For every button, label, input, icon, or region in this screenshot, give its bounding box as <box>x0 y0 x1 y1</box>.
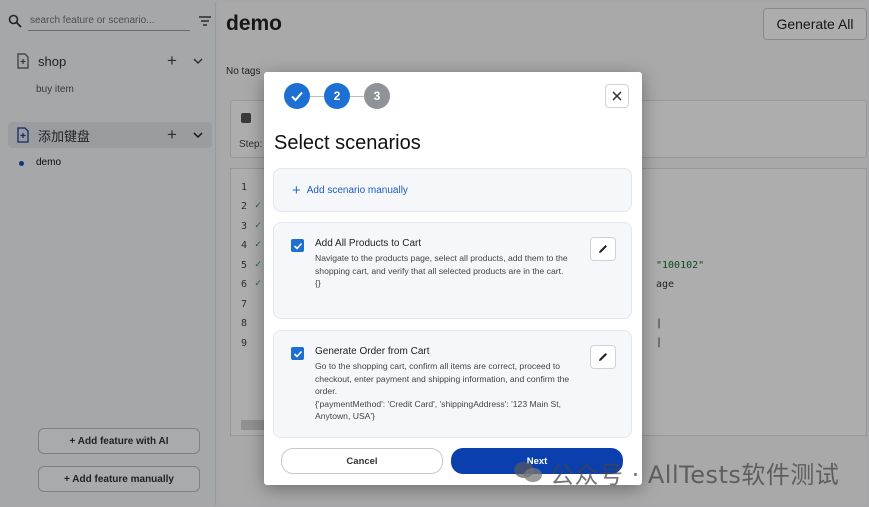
close-button[interactable] <box>605 84 629 108</box>
scenario-description-block: Navigate to the products page, select al… <box>315 252 577 290</box>
add-scenario-manually-button[interactable]: + Add scenario manually <box>273 168 632 212</box>
select-scenarios-dialog: 2 3 Select scenarios + Add scenario manu… <box>264 72 642 485</box>
step-connector <box>350 95 364 97</box>
step-2-current: 2 <box>324 83 350 109</box>
plus-icon: + <box>292 181 301 199</box>
scenario-params: {'paymentMethod': 'Credit Card', 'shippi… <box>315 398 562 422</box>
step-connector <box>310 95 324 97</box>
close-icon <box>612 91 622 101</box>
scenario-title: Generate Order from Cart <box>315 346 430 357</box>
scenario-checkbox[interactable] <box>291 347 304 360</box>
scenario-card[interactable]: Generate Order from Cart Go to the shopp… <box>273 330 632 438</box>
scenario-checkbox[interactable] <box>291 239 304 252</box>
pencil-icon <box>599 353 607 361</box>
stepper: 2 3 <box>284 83 390 109</box>
checkmark-icon <box>293 350 302 358</box>
edit-scenario-button[interactable] <box>590 345 616 369</box>
dialog-title: Select scenarios <box>274 132 421 154</box>
cancel-button[interactable]: Cancel <box>281 448 443 474</box>
scenario-description-block: Go to the shopping cart, confirm all ite… <box>315 360 577 423</box>
watermark: 公众号 · AllTests软件测试 <box>512 455 839 489</box>
scenario-description: Go to the shopping cart, confirm all ite… <box>315 361 570 397</box>
scenario-params: {} <box>315 278 321 289</box>
watermark-text: 公众号 · AllTests软件测试 <box>550 460 840 489</box>
edit-scenario-button[interactable] <box>590 237 616 261</box>
add-scenario-manually-label: Add scenario manually <box>306 184 408 196</box>
checkmark-icon <box>293 242 302 250</box>
pencil-icon <box>599 245 607 253</box>
scenario-description: Navigate to the products page, select al… <box>315 253 568 276</box>
check-icon <box>291 91 303 102</box>
scenario-title: Add All Products to Cart <box>315 238 422 249</box>
step-3-pending: 3 <box>364 83 390 109</box>
scenario-card[interactable]: Add All Products to Cart Navigate to the… <box>273 222 632 319</box>
wechat-logo-icon <box>514 462 542 482</box>
step-1-complete <box>284 83 310 109</box>
